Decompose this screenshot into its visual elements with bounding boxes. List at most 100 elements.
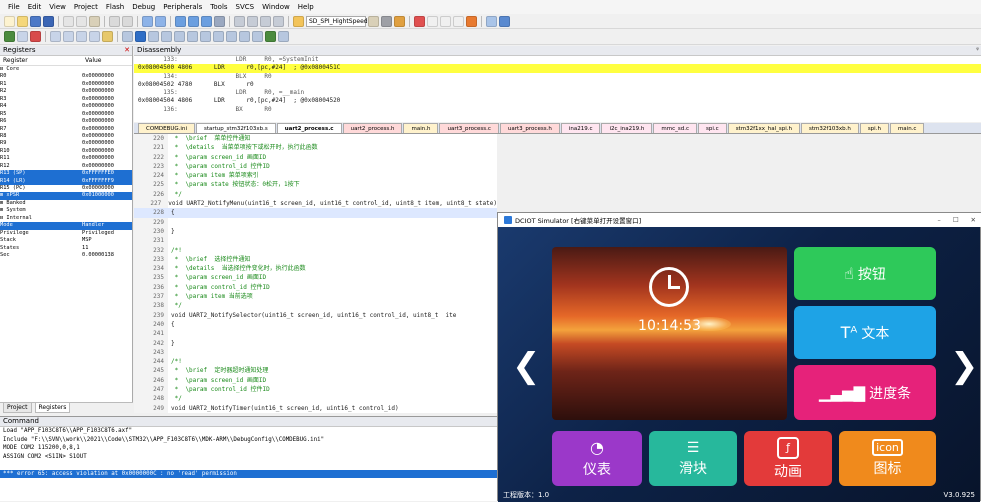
code-line[interactable]: 248 */	[134, 394, 497, 403]
disassembly-line[interactable]: 0x08004502 4780 BLX r0	[134, 81, 981, 89]
disassembly-line[interactable]: 133: LDR R0, =SystemInit	[134, 56, 981, 64]
code-line[interactable]: 245 * \brief 定时器超时通知处理	[134, 366, 497, 375]
code-line[interactable]: 225 * \param state 按钮状态：0松开，1按下	[134, 180, 497, 189]
code-line[interactable]: 226 */	[134, 190, 497, 199]
breakpoint-icon[interactable]	[427, 16, 438, 27]
register-row[interactable]: ⊞ System	[0, 207, 132, 214]
prev-page-arrow[interactable]: ❮	[512, 349, 541, 383]
register-row[interactable]: ⊞ Banked	[0, 200, 132, 207]
register-row[interactable]: R110x00000000	[0, 155, 132, 162]
code-line[interactable]: 239void UART2_NotifySelector(uint16_t sc…	[134, 311, 497, 320]
register-row[interactable]: R90x00000000	[0, 140, 132, 147]
register-row[interactable]: R30x00000000	[0, 96, 132, 103]
register-row[interactable]: ⊟ Internal	[0, 215, 132, 222]
comment-icon[interactable]	[260, 16, 271, 27]
register-row[interactable]: R10x00000000	[0, 81, 132, 88]
register-row[interactable]: R50x00000000	[0, 111, 132, 118]
bookmark-prev-icon[interactable]	[188, 16, 199, 27]
disassembly-line[interactable]: 0x08004500 4806 LDR r0,[pc,#24] ; @0x080…	[134, 64, 981, 72]
tab-project[interactable]: Project	[3, 403, 32, 413]
file-tab[interactable]: uart3_process.c	[439, 123, 498, 133]
undo-icon[interactable]	[109, 16, 120, 27]
file-tab[interactable]: main.h	[403, 123, 438, 133]
file-tab[interactable]: uart3_process.h	[500, 123, 560, 133]
watch-window-icon[interactable]	[187, 31, 198, 42]
file-tab[interactable]: stm32f1xx_hal_spi.h	[728, 123, 800, 133]
code-editor[interactable]: 220 * \brief 菜单控件通知221 * \details 当菜单项按下…	[134, 134, 497, 413]
code-line[interactable]: 228{	[134, 208, 497, 217]
bookmark-next-icon[interactable]	[201, 16, 212, 27]
wrench-icon[interactable]	[499, 16, 510, 27]
menu-item-flash[interactable]: Flash	[106, 3, 124, 11]
code-line[interactable]: 236 * \param control_id 控件ID	[134, 283, 497, 292]
file-tab[interactable]: COMDEBUG.ini	[138, 123, 195, 133]
open-file-icon[interactable]	[17, 16, 28, 27]
button-tile[interactable]: ☝ 按钮	[794, 247, 936, 300]
file-tab[interactable]: spi.c	[698, 123, 727, 133]
code-line[interactable]: 224 * \param item 菜单项索引	[134, 171, 497, 180]
code-line[interactable]: 223 * \param control_id 控件ID	[134, 162, 497, 171]
select-packs-icon[interactable]	[394, 16, 405, 27]
stop-icon[interactable]	[30, 31, 41, 42]
register-row[interactable]: States11	[0, 245, 132, 252]
copy-icon[interactable]	[76, 16, 87, 27]
register-row[interactable]: R100x00000000	[0, 148, 132, 155]
toolbox-icon[interactable]	[265, 31, 276, 42]
pin-icon[interactable]: ᵠ	[976, 46, 981, 55]
file-tab[interactable]: uart2_process.h	[343, 123, 403, 133]
menu-item-peripherals[interactable]: Peripherals	[163, 3, 202, 11]
close-icon[interactable]: ✕	[124, 46, 132, 55]
register-row[interactable]: Sec0.00000138	[0, 252, 132, 259]
redo-icon[interactable]	[122, 16, 133, 27]
code-line[interactable]: 230}	[134, 227, 497, 236]
code-line[interactable]: 232/*!	[134, 246, 497, 255]
disassembly-window-icon[interactable]	[135, 31, 146, 42]
uncomment-icon[interactable]	[273, 16, 284, 27]
debug-start-icon[interactable]	[414, 16, 425, 27]
slider-tile[interactable]: ☰ 滑块	[649, 431, 737, 486]
code-line[interactable]: 229	[134, 218, 497, 227]
file-tab[interactable]: spi.h	[860, 123, 889, 133]
code-line[interactable]: 231	[134, 236, 497, 245]
run-icon[interactable]	[17, 31, 28, 42]
file-tab[interactable]: stm32f103xb.h	[801, 123, 859, 133]
cut-icon[interactable]	[63, 16, 74, 27]
register-row[interactable]: PrivilegePrivileged	[0, 230, 132, 237]
call-stack-icon[interactable]	[174, 31, 185, 42]
register-row[interactable]: R70x00000000	[0, 126, 132, 133]
system-viewer-icon[interactable]	[252, 31, 263, 42]
minimize-icon[interactable]: –	[937, 216, 940, 224]
tab-registers[interactable]: Registers	[35, 403, 71, 413]
paste-icon[interactable]	[89, 16, 100, 27]
close-icon[interactable]: ✕	[971, 216, 976, 224]
nav-back-icon[interactable]	[142, 16, 153, 27]
file-tab[interactable]: startup_stm32f103xb.s	[196, 123, 276, 133]
nav-forward-icon[interactable]	[155, 16, 166, 27]
register-row[interactable]: R60x00000000	[0, 118, 132, 125]
register-row[interactable]: R80x00000000	[0, 133, 132, 140]
code-line[interactable]: 243	[134, 348, 497, 357]
menu-item-tools[interactable]: Tools	[210, 3, 227, 11]
config-icon[interactable]	[466, 16, 477, 27]
register-row[interactable]: ⊟ Core	[0, 66, 132, 73]
reset-icon[interactable]	[4, 31, 15, 42]
menu-item-file[interactable]: File	[8, 3, 20, 11]
menu-item-svcs[interactable]: SVCS	[236, 3, 255, 11]
outdent-icon[interactable]	[247, 16, 258, 27]
menu-item-debug[interactable]: Debug	[132, 3, 155, 11]
step-into-icon[interactable]	[50, 31, 61, 42]
register-row[interactable]: R15 (PC)0x00000000	[0, 185, 132, 192]
maximize-icon[interactable]: ☐	[953, 216, 959, 224]
memory-window-icon[interactable]	[200, 31, 211, 42]
show-next-icon[interactable]	[102, 31, 113, 42]
manage-icon[interactable]	[381, 16, 392, 27]
analysis-window-icon[interactable]	[226, 31, 237, 42]
breakpoint-disable-icon[interactable]	[440, 16, 451, 27]
menu-item-window[interactable]: Window	[262, 3, 290, 11]
register-row[interactable]: R20x00000000	[0, 88, 132, 95]
simulator-screen[interactable]: 10:14:53 ❮ ❯ ☝ 按钮 Tᴬ 文本 ▁▃▅▇ 进度条 ◔ 仪表 ☰ …	[498, 227, 980, 502]
register-row[interactable]: R00x00000000	[0, 73, 132, 80]
register-row[interactable]: StackMSP	[0, 237, 132, 244]
disassembly-line[interactable]: 134: BLX R0	[134, 73, 981, 81]
code-line[interactable]: 221 * \details 当菜单项按下或松开时，执行此函数	[134, 143, 497, 152]
